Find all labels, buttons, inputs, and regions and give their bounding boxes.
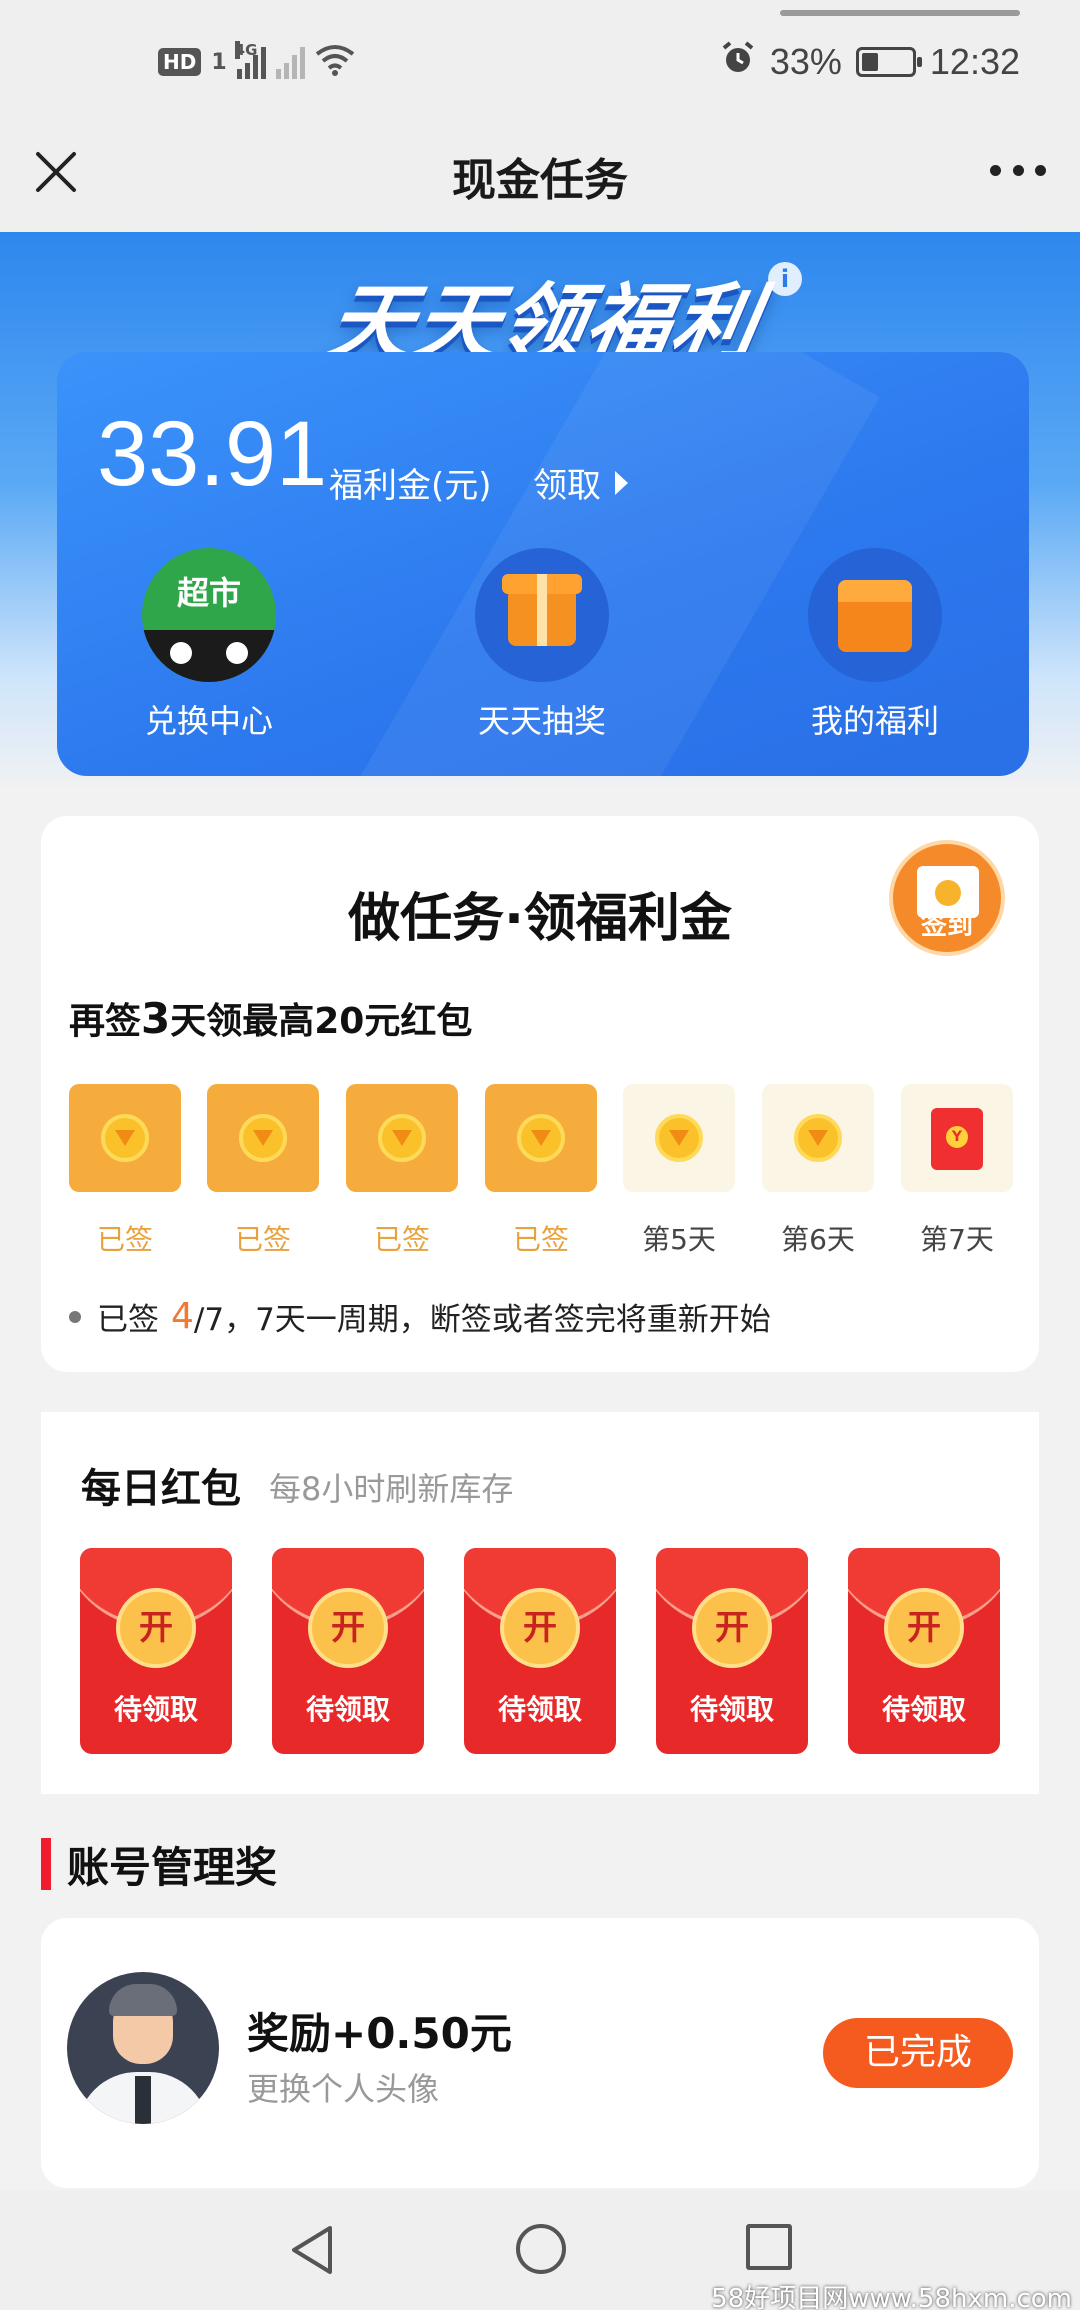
- day-label: 已签: [234, 1223, 291, 1256]
- signal-2-icon: [275, 45, 305, 79]
- red-packet-icon: [931, 1108, 983, 1170]
- wallet-card: 33.91 福利金(元) 领取 超市 兑换中心 天天抽奖 我的福利: [57, 352, 1029, 776]
- avatar: [67, 1972, 219, 2124]
- shortcut-label: 兑换中心: [144, 702, 273, 740]
- tmall-supermarket-icon: 超市: [142, 548, 276, 682]
- sign-in-count: 4: [171, 1296, 194, 1337]
- packet-status: 待领取: [689, 1693, 774, 1726]
- red-packet-2[interactable]: 开 待领取: [272, 1548, 424, 1754]
- sign-in-subtitle: 再签3天领最高20元红包: [69, 994, 473, 1043]
- daily-subtitle: 每8小时刷新库存: [269, 1470, 514, 1508]
- sign-in-button[interactable]: 签到: [889, 840, 1005, 956]
- shortcut-daily-lottery[interactable]: 天天抽奖: [437, 548, 647, 742]
- sign-in-badge-label: 签到: [920, 911, 973, 941]
- balance-amount: 33.91: [97, 403, 328, 505]
- clock: 12:32: [929, 41, 1020, 82]
- network-type: 4G: [234, 41, 258, 59]
- battery-icon: [855, 47, 922, 77]
- coin-icon: [655, 1114, 703, 1162]
- packet-status: 待领取: [881, 1693, 966, 1726]
- hd-badge: HD: [158, 48, 202, 76]
- watermark: 58好项目网www.58hxm.com: [711, 2284, 1072, 2310]
- sim-number: 1: [211, 49, 227, 75]
- hero-banner: 天天领福利 i 33.91 福利金(元) 领取 超市 兑换中心 天天抽奖 我的福…: [0, 232, 1080, 792]
- packet-status: 待领取: [497, 1693, 582, 1726]
- welfare-box-icon: [808, 548, 942, 682]
- sign-in-card: 做任务·领福利金 签到 再签3天领最高20元红包 已签 已签 已签 已签 第5天: [41, 816, 1039, 1372]
- red-packet-4[interactable]: 开 待领取: [656, 1548, 808, 1754]
- shortcut-label: 天天抽奖: [477, 702, 606, 740]
- claim-label: 领取: [533, 466, 601, 506]
- day-tile-2: 已签: [207, 1084, 319, 1258]
- shortcut-label: 我的福利: [810, 702, 939, 740]
- info-icon[interactable]: i: [768, 262, 802, 296]
- day-label: 已签: [512, 1223, 569, 1256]
- open-button: 开: [692, 1588, 772, 1668]
- day-label: 已签: [373, 1223, 430, 1256]
- day-tile-1: 已签: [69, 1084, 181, 1258]
- red-packet-1[interactable]: 开 待领取: [80, 1548, 232, 1754]
- red-packet-5[interactable]: 开 待领取: [848, 1548, 1000, 1754]
- balance-unit: 福利金(元): [329, 466, 492, 506]
- open-button: 开: [500, 1588, 580, 1668]
- day-tile-6: 第6天: [762, 1084, 874, 1258]
- sign-in-note: 已签 4/7，7天一周期，断签或者签完将重新开始: [69, 1294, 771, 1339]
- more-options-icon[interactable]: [990, 162, 1046, 178]
- coin-icon: [101, 1114, 149, 1162]
- alarm-icon: [720, 40, 756, 85]
- daily-title: 每日红包: [81, 1466, 241, 1512]
- coin-icon: [794, 1114, 842, 1162]
- gift-box-icon: [475, 548, 609, 682]
- open-button: 开: [116, 1588, 196, 1668]
- coin-icon: [378, 1114, 426, 1162]
- bullet-icon: [69, 1310, 81, 1323]
- day-tile-7: 第7天: [901, 1084, 1013, 1258]
- wifi-icon: [315, 44, 355, 80]
- reward-title: 奖励+0.50元: [247, 2009, 512, 2058]
- day-label: 第5天: [642, 1223, 716, 1256]
- section-marker: [41, 1838, 51, 1890]
- open-button: 开: [884, 1588, 964, 1668]
- coin-icon: [239, 1114, 287, 1162]
- packet-status: 待领取: [113, 1693, 198, 1726]
- status-right: 33% 12:32: [720, 38, 1020, 86]
- battery-percent: 33%: [769, 41, 842, 82]
- sign-in-days: 已签 已签 已签 已签 第5天 第6天 第7天: [69, 1084, 1013, 1256]
- day-tile-3: 已签: [346, 1084, 458, 1258]
- daily-red-packet-card: 每日红包 每8小时刷新库存 开 待领取 开 待领取 开 待领取 开 待领取 开 …: [41, 1412, 1039, 1794]
- arrow-right-icon: [615, 470, 628, 495]
- account-reward-card: 奖励+0.50元 更换个人头像 已完成: [41, 1918, 1039, 2188]
- supermarket-badge: 超市: [176, 574, 241, 612]
- signal-icon: 4G: [234, 41, 266, 79]
- completed-button[interactable]: 已完成: [823, 2018, 1013, 2088]
- shortcut-my-welfare[interactable]: 我的福利: [770, 548, 980, 742]
- account-section-header: 账号管理奖: [41, 1836, 277, 1892]
- packet-status: 待领取: [305, 1693, 390, 1726]
- coin-icon: [517, 1114, 565, 1162]
- day-tile-5: 第5天: [623, 1084, 735, 1258]
- red-packet-3[interactable]: 开 待领取: [464, 1548, 616, 1754]
- day-tile-4: 已签: [485, 1084, 597, 1258]
- open-button: 开: [308, 1588, 388, 1668]
- status-bar: HD 1 4G 33% 12:32: [0, 0, 1080, 124]
- system-nav-bar: 58好项目网www.58hxm.com: [0, 2190, 1080, 2310]
- page-header: 现金任务: [0, 124, 1080, 232]
- day-label: 第7天: [920, 1223, 994, 1256]
- section-title: 账号管理奖: [67, 1842, 278, 1892]
- status-left: HD 1 4G: [158, 40, 355, 84]
- home-icon[interactable]: [516, 2224, 566, 2274]
- day-label: 第6天: [781, 1223, 855, 1256]
- reward-description: 更换个人头像: [247, 2070, 440, 2108]
- back-icon[interactable]: [288, 2224, 336, 2280]
- page-title: 现金任务: [452, 155, 628, 206]
- day-label: 已签: [96, 1223, 153, 1256]
- claim-link[interactable]: 领取: [533, 458, 628, 507]
- recent-apps-icon[interactable]: [746, 2224, 792, 2270]
- shortcut-exchange-center[interactable]: 超市 兑换中心: [104, 548, 314, 742]
- notification-pill: [780, 10, 1020, 16]
